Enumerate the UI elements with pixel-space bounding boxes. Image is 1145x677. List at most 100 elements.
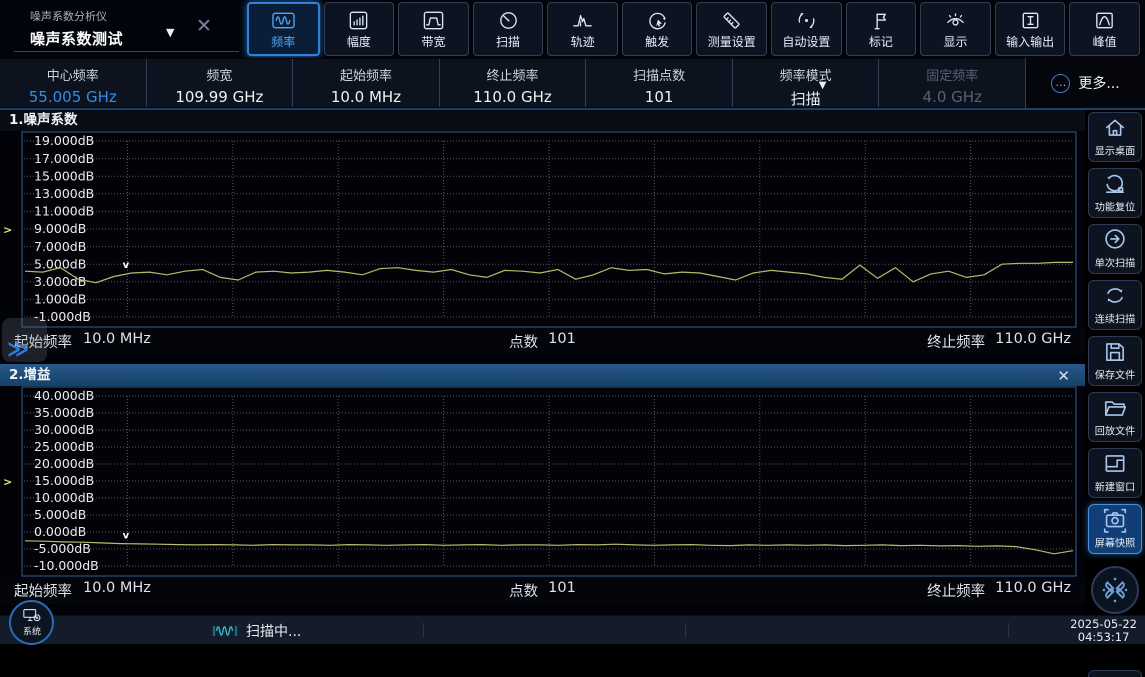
toolbar-button-label: 幅度 (347, 33, 371, 50)
time-text: 04:53:17 (1070, 631, 1137, 644)
system-button[interactable]: 系统 (9, 600, 54, 645)
sidebar-label: 屏幕快照 (1095, 536, 1135, 551)
sidebar-replay-file-button[interactable]: 回放文件 (1088, 392, 1142, 442)
noise-figure-plot[interactable]: 19.000dB17.000dB15.000dB13.000dB11.000dB… (0, 131, 1085, 328)
toolbar-button-label: 频率 (271, 33, 295, 50)
auto-setup-icon (794, 9, 819, 32)
param-value: 101 (586, 88, 732, 106)
param-value: 扫描 (733, 88, 879, 109)
toolbar-button-trace[interactable]: 轨迹 (547, 2, 618, 56)
gain-plot[interactable]: 40.000dB35.000dB30.000dB25.000dB20.000dB… (0, 386, 1085, 577)
trace-marker: v (123, 531, 130, 542)
sidebar-function-reset-button[interactable]: 功能复位 (1088, 168, 1142, 218)
scan-status-text: 扫描中... (246, 621, 301, 641)
input-output-icon (1018, 9, 1043, 32)
top-header: 噪声系数分析仪 噪声系数测试 ▼ ✕ 频率 幅度 带宽 扫描 (0, 0, 1145, 58)
sidebar-show-desktop-button[interactable]: 显示桌面 (1088, 112, 1142, 162)
trace (25, 541, 1073, 554)
toolbar-button-label: 标记 (869, 33, 893, 50)
sidebar-partial-button[interactable] (1088, 670, 1142, 677)
close-icon[interactable]: ✕ (196, 15, 212, 37)
toolbar-button-peak[interactable]: 峰值 (1069, 2, 1140, 56)
toolbar-button-label: 输入输出 (1006, 33, 1054, 50)
sidebar-single-sweep-button[interactable]: 单次扫描 (1088, 224, 1142, 274)
sidebar-save-file-button[interactable]: 保存文件 (1088, 336, 1142, 386)
main-toolbar: 频率 幅度 带宽 扫描 轨迹 触发 (247, 2, 1140, 56)
ytick-label: 11.000dB (34, 204, 94, 219)
chart-title: 1.噪声系数 (0, 110, 1085, 131)
sidebar-continuous-sweep-button[interactable]: 连续扫描 (1088, 280, 1142, 330)
chart-canvas: 40.000dB35.000dB30.000dB25.000dB20.000dB… (0, 386, 1085, 577)
ytick-label: 30.000dB (34, 422, 94, 437)
trigger-icon (645, 9, 670, 32)
ytick-label: 19.000dB (34, 133, 94, 148)
system-label: 系统 (23, 623, 41, 637)
sweep-icon (496, 9, 521, 32)
toolbar-button-label: 轨迹 (571, 33, 595, 50)
param-value: 4.0 GHz (879, 88, 1025, 106)
trace-icon (570, 9, 595, 32)
status-divider (423, 623, 424, 638)
ytick-label: 15.000dB (34, 168, 94, 183)
toolbar-button-measure-setup[interactable]: 测量设置 (696, 2, 767, 56)
close-icon[interactable]: ✕ (1057, 365, 1070, 387)
points-value: 101 (548, 580, 576, 601)
param-frequency-mode[interactable]: 频率模式 扫描 ▼ (732, 59, 879, 107)
chart-title-text: 2.增益 (9, 367, 51, 383)
trace-ref-marker: > (3, 224, 12, 237)
trace-ref-marker: > (3, 476, 12, 489)
toolbar-button-display[interactable]: 显示 (920, 2, 991, 56)
ytick-label: 40.000dB (34, 388, 94, 403)
chevron-down-icon[interactable]: ▼ (166, 26, 174, 39)
param-sweep-points[interactable]: 扫描点数 101 (585, 59, 732, 107)
toolbar-button-bandwidth[interactable]: 带宽 (398, 2, 469, 56)
toolbar-button-marker[interactable]: 标记 (846, 2, 917, 56)
ytick-label: 0.000dB (34, 524, 86, 539)
sidebar-screen-snapshot-button[interactable]: 屏幕快照 (1088, 504, 1142, 554)
home-icon (1102, 115, 1128, 141)
scanning-wave-icon (212, 623, 238, 639)
param-span[interactable]: 频宽 109.99 GHz (146, 59, 293, 107)
sidebar-new-window-button[interactable]: 新建窗口 (1088, 448, 1142, 498)
noise-figure-chart-window: 1.噪声系数 19.000dB17.000dB15.000dB13.000dB1… (0, 110, 1085, 354)
ytick-label: 15.000dB (34, 473, 94, 488)
param-center-frequency[interactable]: 中心频率 55.005 GHz (0, 59, 146, 107)
more-label: 更多... (1078, 73, 1119, 93)
sidebar-label: 连续扫描 (1095, 312, 1135, 327)
toolbar-button-label: 峰值 (1093, 33, 1117, 50)
points-value: 101 (548, 331, 576, 352)
param-label: 终止频率 (440, 65, 586, 84)
bandwidth-icon (421, 9, 446, 32)
param-value: 109.99 GHz (147, 88, 293, 106)
chevron-down-icon[interactable]: ▼ (819, 80, 827, 91)
toolbar-button-input-output[interactable]: 输入输出 (995, 2, 1066, 56)
chart-footer: 起始频率 10.0 MHz 点数 101 终止频率 110.0 GHz (0, 328, 1085, 354)
measure-setup-icon (719, 9, 744, 32)
chart-footer: 起始频率 10.0 MHz 点数 101 终止频率 110.0 GHz (0, 577, 1085, 603)
toolbar-button-amplitude[interactable]: 幅度 (324, 2, 395, 56)
more-params-button[interactable]: … 更多... (1025, 58, 1145, 108)
toolbar-button-auto-setup[interactable]: 自动设置 (771, 2, 842, 56)
ytick-label: 7.000dB (34, 239, 86, 254)
right-sidebar: 显示桌面 功能复位 单次扫描 连续扫描 保存文件 回放文件 新建窗口 屏幕快照 (1085, 110, 1145, 615)
instrument-screen: 噪声系数分析仪 噪声系数测试 ▼ ✕ 频率 幅度 带宽 扫描 (0, 0, 1145, 644)
reset-icon (1102, 171, 1128, 197)
sidebar-label: 新建窗口 (1095, 480, 1135, 495)
param-fixed-frequency: 固定频率 4.0 GHz (878, 59, 1025, 107)
expand-chevrons-icon[interactable]: ≫ (2, 318, 47, 362)
param-stop-frequency[interactable]: 终止频率 110.0 GHz (439, 59, 586, 107)
sidebar-nav-cluster-button[interactable] (1091, 566, 1139, 614)
status-divider (1008, 623, 1009, 638)
toolbar-button-label: 显示 (943, 33, 967, 50)
param-label: 中心频率 (0, 65, 146, 84)
toolbar-button-trigger[interactable]: 触发 (622, 2, 693, 56)
param-start-frequency[interactable]: 起始频率 10.0 MHz (292, 59, 439, 107)
toolbar-button-frequency[interactable]: 频率 (247, 2, 320, 56)
sidebar-label: 回放文件 (1095, 424, 1135, 439)
toolbar-button-sweep[interactable]: 扫描 (473, 2, 544, 56)
status-divider (685, 623, 686, 638)
ytick-label: 1.000dB (34, 292, 86, 307)
ytick-label: 9.000dB (34, 221, 86, 236)
ytick-label: 10.000dB (34, 490, 94, 505)
display-eye-icon (943, 9, 968, 32)
